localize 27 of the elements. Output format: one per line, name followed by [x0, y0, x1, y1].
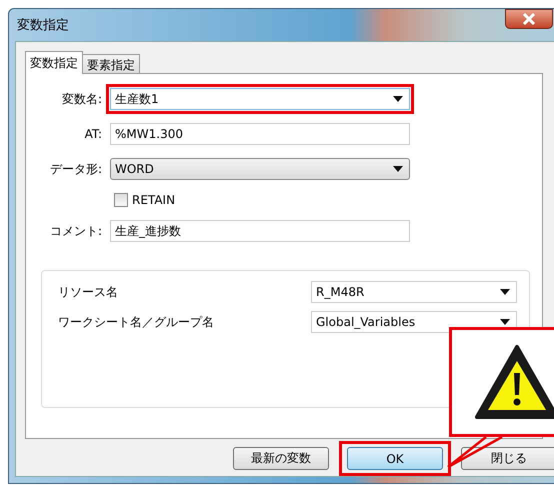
caret-icon — [500, 289, 510, 295]
tab[interactable]: 要素指定 — [82, 54, 140, 74]
caret-icon — [500, 319, 510, 325]
warning-icon — [474, 343, 554, 421]
field-label: コメント: — [48, 222, 103, 240]
field-label: データ形: — [48, 160, 103, 178]
input-field[interactable]: 生産_進捗数 — [110, 220, 410, 242]
checkbox[interactable] — [114, 193, 128, 207]
window-title: 変数指定 — [17, 17, 69, 34]
dropdown-field[interactable]: Global_Variables — [311, 311, 517, 333]
field-label: 変数名: — [60, 90, 103, 108]
field-label: ワークシート名／グループ名 — [58, 314, 214, 330]
caret-icon — [393, 166, 403, 172]
dropdown-field[interactable]: 生産数1 — [110, 88, 410, 110]
close-button[interactable] — [505, 9, 553, 29]
input-field[interactable]: %MW1.300 — [110, 123, 410, 145]
field-label: リソース名 — [58, 284, 118, 300]
checkbox-label: RETAIN — [132, 193, 176, 207]
tab[interactable]: 変数指定 — [25, 51, 83, 74]
close-icon — [522, 13, 536, 25]
dropdown-field[interactable]: R_M48R — [311, 281, 517, 303]
caret-icon — [393, 96, 403, 102]
dialog-button[interactable]: 閉じる — [461, 447, 554, 470]
dialog-button[interactable]: 最新の変数 — [233, 447, 329, 470]
dropdown-field[interactable]: WORD — [110, 158, 410, 180]
field-label: AT: — [84, 127, 103, 141]
dialog-button[interactable]: OK — [347, 447, 443, 470]
